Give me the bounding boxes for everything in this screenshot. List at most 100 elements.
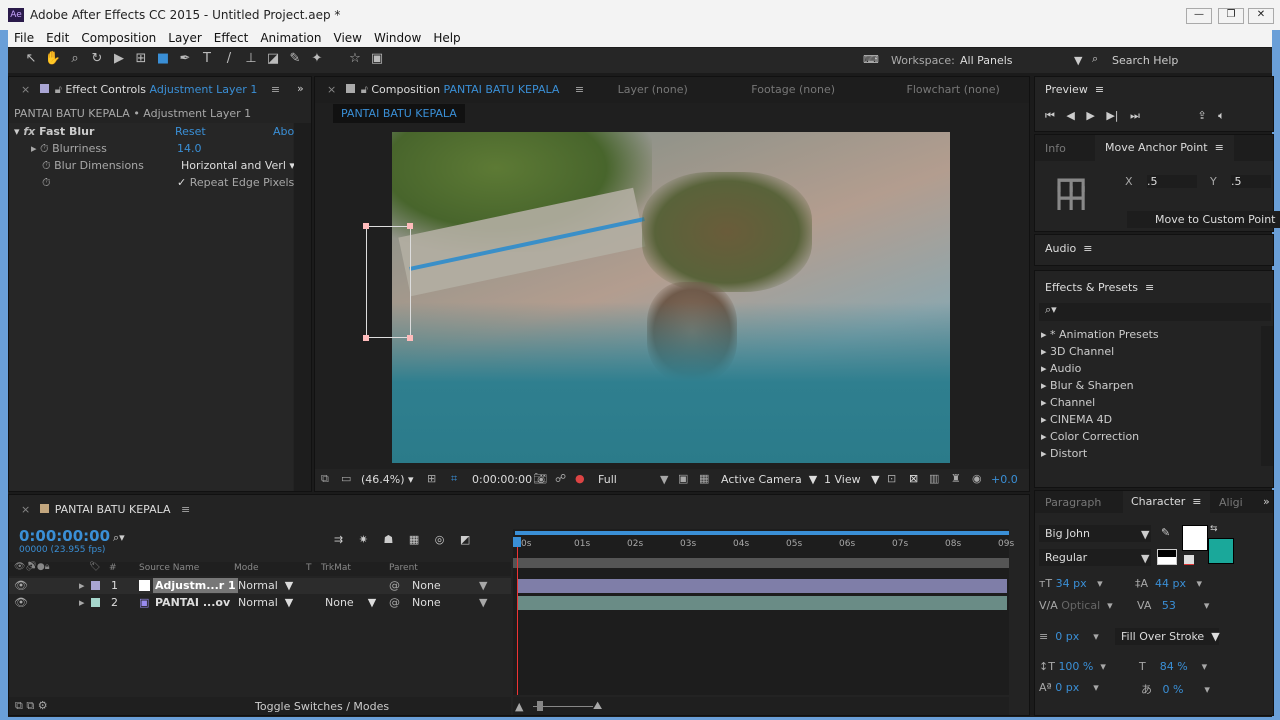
timeline-timecode[interactable]: 0:00:00:00 <box>19 527 110 545</box>
motion-blur-icon[interactable]: ◎ <box>435 533 445 546</box>
composition-viewer[interactable] <box>392 132 950 463</box>
comp-name-tab[interactable]: PANTAI BATU KEPALA <box>333 104 465 123</box>
menu-file[interactable]: File <box>14 31 34 45</box>
trkmat-select[interactable]: None ▼ <box>325 596 376 609</box>
graph-editor-icon[interactable]: ◩ <box>460 533 470 546</box>
menu-icon[interactable]: ≡ <box>271 83 280 96</box>
adjustment-layer-bounds[interactable] <box>366 226 411 338</box>
effect-controls-tab[interactable]: × 🔓︎ Effect Controls Adjustment Layer 1 … <box>9 77 292 103</box>
layer-handle[interactable] <box>363 335 369 341</box>
zoom-slider[interactable]: ▲ ⛰︎ <box>513 697 1009 715</box>
workspace-select[interactable]: All Panels <box>960 54 1086 67</box>
roi-icon[interactable]: ▣ <box>678 472 688 485</box>
parent-select[interactable]: None <box>412 579 488 592</box>
pen-tool-icon[interactable]: ✒ <box>174 51 196 66</box>
stopwatch-icon[interactable]: ⏱︎ <box>40 142 49 155</box>
more-panels-icon[interactable]: » <box>297 82 304 95</box>
effects-item[interactable]: ▸ Channel <box>1041 394 1159 411</box>
type-tool-icon[interactable]: T <box>196 51 218 66</box>
maximize-button[interactable]: ❐ <box>1218 8 1244 24</box>
next-frame-icon[interactable]: ▶| <box>1106 109 1118 122</box>
repeat-edge-checkbox[interactable]: ✓ Repeat Edge Pixels <box>177 176 294 189</box>
minimize-button[interactable]: — <box>1186 8 1212 24</box>
zoom-in-icon[interactable]: ⛰︎ <box>593 699 602 713</box>
transparency-grid-icon[interactable]: ▦ <box>699 472 709 485</box>
exposure-reset-icon[interactable]: ◉ <box>972 472 982 485</box>
scrollbar[interactable] <box>1261 326 1273 466</box>
font-size-field[interactable]: ᴛT 34 px ▾ <box>1039 577 1103 590</box>
layer-bar-1[interactable] <box>517 579 1007 593</box>
effects-item[interactable]: ▸ 3D Channel <box>1041 343 1159 360</box>
effects-item[interactable]: ▸ * Animation Presets <box>1041 326 1159 343</box>
zoom-tool-icon[interactable]: ⌕ <box>64 51 86 66</box>
zoom-out-icon[interactable]: ▲ <box>515 700 523 713</box>
always-preview-icon[interactable]: ⧉ <box>321 472 329 486</box>
tab-paragraph[interactable]: Paragraph <box>1045 496 1101 509</box>
pickwhip-icon[interactable]: @ <box>389 596 400 609</box>
exposure-value[interactable]: +0.0 <box>991 473 1018 486</box>
fill-color-swatch[interactable] <box>1182 525 1208 551</box>
layer-handle[interactable] <box>407 335 413 341</box>
first-frame-icon[interactable]: ⏮ <box>1045 109 1055 122</box>
snap-icon[interactable]: ▣ <box>366 51 388 66</box>
eraser-tool-icon[interactable]: ◪ <box>262 51 284 66</box>
menu-edit[interactable]: Edit <box>46 31 69 45</box>
move-to-custom-point-button[interactable]: Move to Custom Point <box>1127 211 1280 228</box>
layer-handle[interactable] <box>363 223 369 229</box>
mode-select[interactable]: Normal ▼ <box>238 596 293 609</box>
horizontal-scale-field[interactable]: T 84 % ▾ <box>1139 660 1207 673</box>
toggle-pixel-aspect-icon[interactable]: ⊡ <box>887 472 896 485</box>
navigator-bar[interactable] <box>513 558 1009 568</box>
baseline-shift-field[interactable]: Aª 0 px ▾ <box>1039 681 1099 694</box>
playhead-handle[interactable] <box>513 537 521 547</box>
effect-header[interactable]: ▾ fx Fast Blur <box>14 125 94 138</box>
tab-footage[interactable]: Footage (none) <box>751 83 835 96</box>
search-help-input[interactable]: Search Help <box>1112 54 1178 67</box>
channel-icon[interactable]: ● <box>575 472 585 485</box>
blur-dimensions-select[interactable]: Horizontal and Verl ▾ <box>181 159 295 172</box>
expand-arrow-icon[interactable]: ▸ <box>79 596 85 609</box>
view-layout-select[interactable]: 1 View ▼ <box>824 473 880 486</box>
font-family-select[interactable]: Big John <box>1039 525 1151 542</box>
tab-layer[interactable]: Layer (none) <box>618 83 688 96</box>
zoom-slider-handle[interactable] <box>537 701 543 711</box>
last-frame-icon[interactable]: ⏭ <box>1130 109 1140 122</box>
frame-blending-icon[interactable]: ▦ <box>409 533 419 546</box>
visibility-eye-icon[interactable]: 👁︎ <box>14 579 28 592</box>
kerning-field[interactable]: V/A Optical ▾ <box>1039 599 1113 612</box>
effects-item[interactable]: ▸ Color Correction <box>1041 428 1159 445</box>
roto-brush-tool-icon[interactable]: ✎ <box>284 51 306 66</box>
label-color[interactable] <box>91 581 100 590</box>
menu-composition[interactable]: Composition <box>81 31 156 45</box>
selection-tool-icon[interactable]: ↖ <box>20 51 42 66</box>
layer-row-2[interactable]: 👁︎ ▸ 2 ▣ PANTAI ...ov Normal ▼ None ▼ @ … <box>9 595 511 611</box>
composition-tab[interactable]: Composition <box>371 83 440 96</box>
rotate-tool-icon[interactable]: ↻ <box>86 51 108 66</box>
fast-previews-icon[interactable]: ⊠ <box>909 472 918 485</box>
menu-view[interactable]: View <box>334 31 362 45</box>
tab-align[interactable]: Aligi <box>1219 496 1243 509</box>
flowchart-icon[interactable]: ♜ <box>951 472 961 485</box>
toggle-switches-modes-button[interactable]: Toggle Switches / Modes <box>255 700 389 713</box>
timeline-icon[interactable]: ▥ <box>929 472 939 485</box>
hand-tool-icon[interactable]: ✋ <box>42 51 64 66</box>
font-style-select[interactable]: Regular <box>1039 549 1151 566</box>
tracking-field[interactable]: VA 53 ▾ <box>1137 599 1209 612</box>
black-white-swatch[interactable] <box>1157 549 1177 565</box>
menu-icon[interactable]: ≡ <box>575 83 584 96</box>
comp-mini-flowchart-icon[interactable]: ⇉ <box>334 533 343 546</box>
no-color-icon[interactable] <box>1184 555 1194 565</box>
show-snapshot-icon[interactable]: ☍ <box>555 472 566 485</box>
pickwhip-icon[interactable]: @ <box>389 579 400 592</box>
timeline-tab[interactable]: × PANTAI BATU KEPALA ≡ <box>21 503 190 516</box>
camera-tool-icon[interactable]: ▶ <box>108 51 130 66</box>
layer-handle[interactable] <box>407 223 413 229</box>
stopwatch-icon[interactable]: ⏱︎ <box>42 159 51 172</box>
tab-flowchart[interactable]: Flowchart (none) <box>907 83 1000 96</box>
effects-item[interactable]: ▸ Distort <box>1041 445 1159 462</box>
star-icon[interactable]: ☆ <box>344 51 366 66</box>
monitor-icon[interactable]: ▭ <box>341 472 351 485</box>
anchor-grid-icon[interactable]: ┏┳┓ ┣╋┫ <box>1053 170 1089 208</box>
time-graph[interactable]: 0s 01s 02s 03s 04s 05s 06s 07s 08s 09s <box>513 529 1014 695</box>
effects-item[interactable]: ▸ Audio <box>1041 360 1159 377</box>
